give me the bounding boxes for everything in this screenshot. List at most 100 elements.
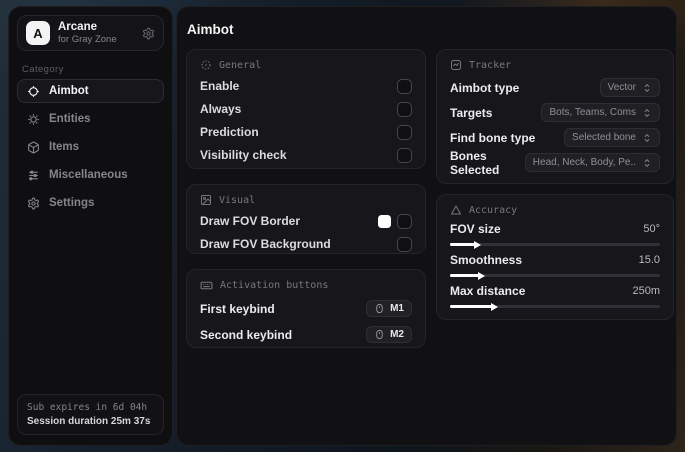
sidebar-nav: Aimbot Entities Items Miscellaneous Sett…: [17, 79, 164, 215]
first-keybind-value: M1: [390, 303, 404, 314]
second-keybind-value: M2: [390, 329, 404, 340]
sidebar-item-label: Miscellaneous: [49, 169, 128, 181]
setting-row: Visibility check: [200, 144, 412, 166]
tune-icon: [27, 169, 40, 182]
enable-label: Enable: [200, 79, 240, 93]
first-keybind-label: First keybind: [200, 301, 275, 316]
draw-fov-border-checkbox[interactable]: [397, 213, 412, 229]
tracker-icon: [450, 59, 462, 71]
setting-row: Bones Selected Head, Neck, Body, Pe..: [450, 148, 660, 177]
sidebar-item-items[interactable]: Items: [17, 135, 164, 159]
crosshair-icon: [27, 85, 40, 98]
max-distance-label: Max distance: [450, 284, 526, 298]
setting-row: Draw FOV Border: [200, 210, 412, 232]
bones-selected-value: Head, Neck, Body, Pe..: [532, 157, 636, 168]
slider-thumb[interactable]: [491, 302, 498, 311]
page-title: Aimbot: [187, 22, 234, 37]
brand-name: Arcane: [58, 21, 97, 33]
aimbot-type-label: Aimbot type: [450, 80, 520, 95]
chevrons-up-down-icon: [642, 108, 652, 118]
setting-row: Always: [200, 98, 412, 120]
brand-settings-icon[interactable]: [142, 27, 155, 40]
targets-select[interactable]: Bots, Teams, Coms: [541, 103, 660, 122]
always-checkbox[interactable]: [397, 101, 412, 117]
tracker-card-title: Tracker: [469, 59, 512, 71]
slider-row: Smoothness 15.0: [450, 251, 660, 280]
brand-subtitle: for Gray Zone: [58, 34, 117, 45]
aimbot-type-select[interactable]: Vector: [599, 78, 660, 97]
mouse-icon: [374, 303, 385, 314]
slider-row: FOV size 50°: [450, 220, 660, 249]
entities-icon: [27, 113, 40, 126]
first-keybind-button[interactable]: M1: [366, 300, 412, 317]
fov-border-color-swatch[interactable]: [378, 214, 391, 228]
enable-checkbox[interactable]: [397, 78, 412, 94]
accuracy-card: Accuracy FOV size 50° Smoothness 15.0 Ma…: [436, 194, 674, 320]
smoothness-label: Smoothness: [450, 253, 523, 267]
slider-row: Max distance 250m: [450, 282, 660, 311]
setting-row: Find bone type Selected bone: [450, 125, 660, 150]
subscription-box: Sub expires in 6d 04h Session duration 2…: [17, 394, 164, 435]
setting-row: First keybind M1: [200, 296, 412, 321]
chevrons-up-down-icon: [642, 83, 652, 93]
desktop: { "sidebar": { "brand": { "initial": "A"…: [0, 0, 685, 452]
mouse-icon: [374, 329, 385, 340]
smoothness-slider[interactable]: [450, 271, 660, 280]
bones-selected-select[interactable]: Head, Neck, Body, Pe..: [524, 153, 660, 172]
sidebar-item-label: Entities: [49, 113, 91, 125]
smoothness-value: 15.0: [638, 254, 660, 266]
bones-selected-label: Bones Selected: [450, 148, 500, 177]
max-distance-value: 250m: [632, 285, 660, 297]
setting-row: Aimbot type Vector: [450, 75, 660, 100]
slider-thumb[interactable]: [478, 271, 486, 280]
second-keybind-button[interactable]: M2: [366, 326, 412, 343]
session-duration-text: Session duration 25m 37s: [27, 416, 151, 427]
chevrons-up-down-icon: [642, 133, 652, 143]
setting-row: Prediction: [200, 121, 412, 143]
setting-row: Enable: [200, 75, 412, 97]
targets-value: Bots, Teams, Coms: [549, 107, 636, 118]
sidebar-item-label: Settings: [49, 197, 95, 209]
draw-fov-background-label: Draw FOV Background: [200, 237, 331, 251]
main-panel: Aimbot General Enable Always Prediction …: [176, 6, 677, 446]
find-bone-type-select[interactable]: Selected bone: [564, 128, 660, 147]
always-label: Always: [200, 102, 242, 116]
fov-size-label: FOV size: [450, 222, 501, 236]
fov-size-slider[interactable]: [450, 240, 660, 249]
slider-thumb[interactable]: [474, 240, 482, 249]
tracker-card: Tracker Aimbot type Vector Targets Bots,…: [436, 49, 674, 184]
setting-row: Targets Bots, Teams, Coms: [450, 100, 660, 125]
sidebar-item-settings[interactable]: Settings: [17, 191, 164, 215]
fov-size-value: 50°: [643, 223, 660, 235]
sidebar: A Arcane for Gray Zone Category Aimbot E…: [8, 6, 173, 446]
activation-card-title: Activation buttons: [220, 280, 329, 291]
setting-row: Draw FOV Background: [200, 233, 412, 255]
visibility-check-label: Visibility check: [200, 148, 287, 162]
box-icon: [27, 141, 40, 154]
visual-card-title: Visual: [219, 194, 256, 206]
sidebar-item-aimbot[interactable]: Aimbot: [17, 79, 164, 103]
chevrons-up-down-icon: [642, 158, 652, 168]
max-distance-slider[interactable]: [450, 302, 660, 311]
prediction-label: Prediction: [200, 125, 259, 139]
find-bone-type-label: Find bone type: [450, 130, 536, 145]
aimbot-type-value: Vector: [607, 82, 636, 93]
visibility-check-checkbox[interactable]: [397, 147, 412, 163]
gear-icon: [27, 197, 40, 210]
brand-logo: A: [26, 21, 50, 45]
sidebar-item-miscellaneous[interactable]: Miscellaneous: [17, 163, 164, 187]
sub-expires-text: Sub expires in 6d 04h: [27, 402, 148, 413]
sidebar-item-entities[interactable]: Entities: [17, 107, 164, 131]
find-bone-type-value: Selected bone: [572, 132, 636, 143]
draw-fov-border-label: Draw FOV Border: [200, 214, 301, 228]
targets-label: Targets: [450, 105, 493, 120]
draw-fov-background-checkbox[interactable]: [397, 236, 412, 252]
triangle-icon: [450, 204, 462, 216]
sidebar-item-label: Aimbot: [49, 85, 89, 97]
second-keybind-label: Second keybind: [200, 327, 293, 342]
activation-card: Activation buttons First keybind M1 Seco…: [186, 269, 426, 348]
prediction-checkbox[interactable]: [397, 124, 412, 140]
setting-row: Second keybind M2: [200, 322, 412, 347]
category-label: Category: [22, 64, 64, 75]
general-card-title: General: [219, 59, 262, 71]
